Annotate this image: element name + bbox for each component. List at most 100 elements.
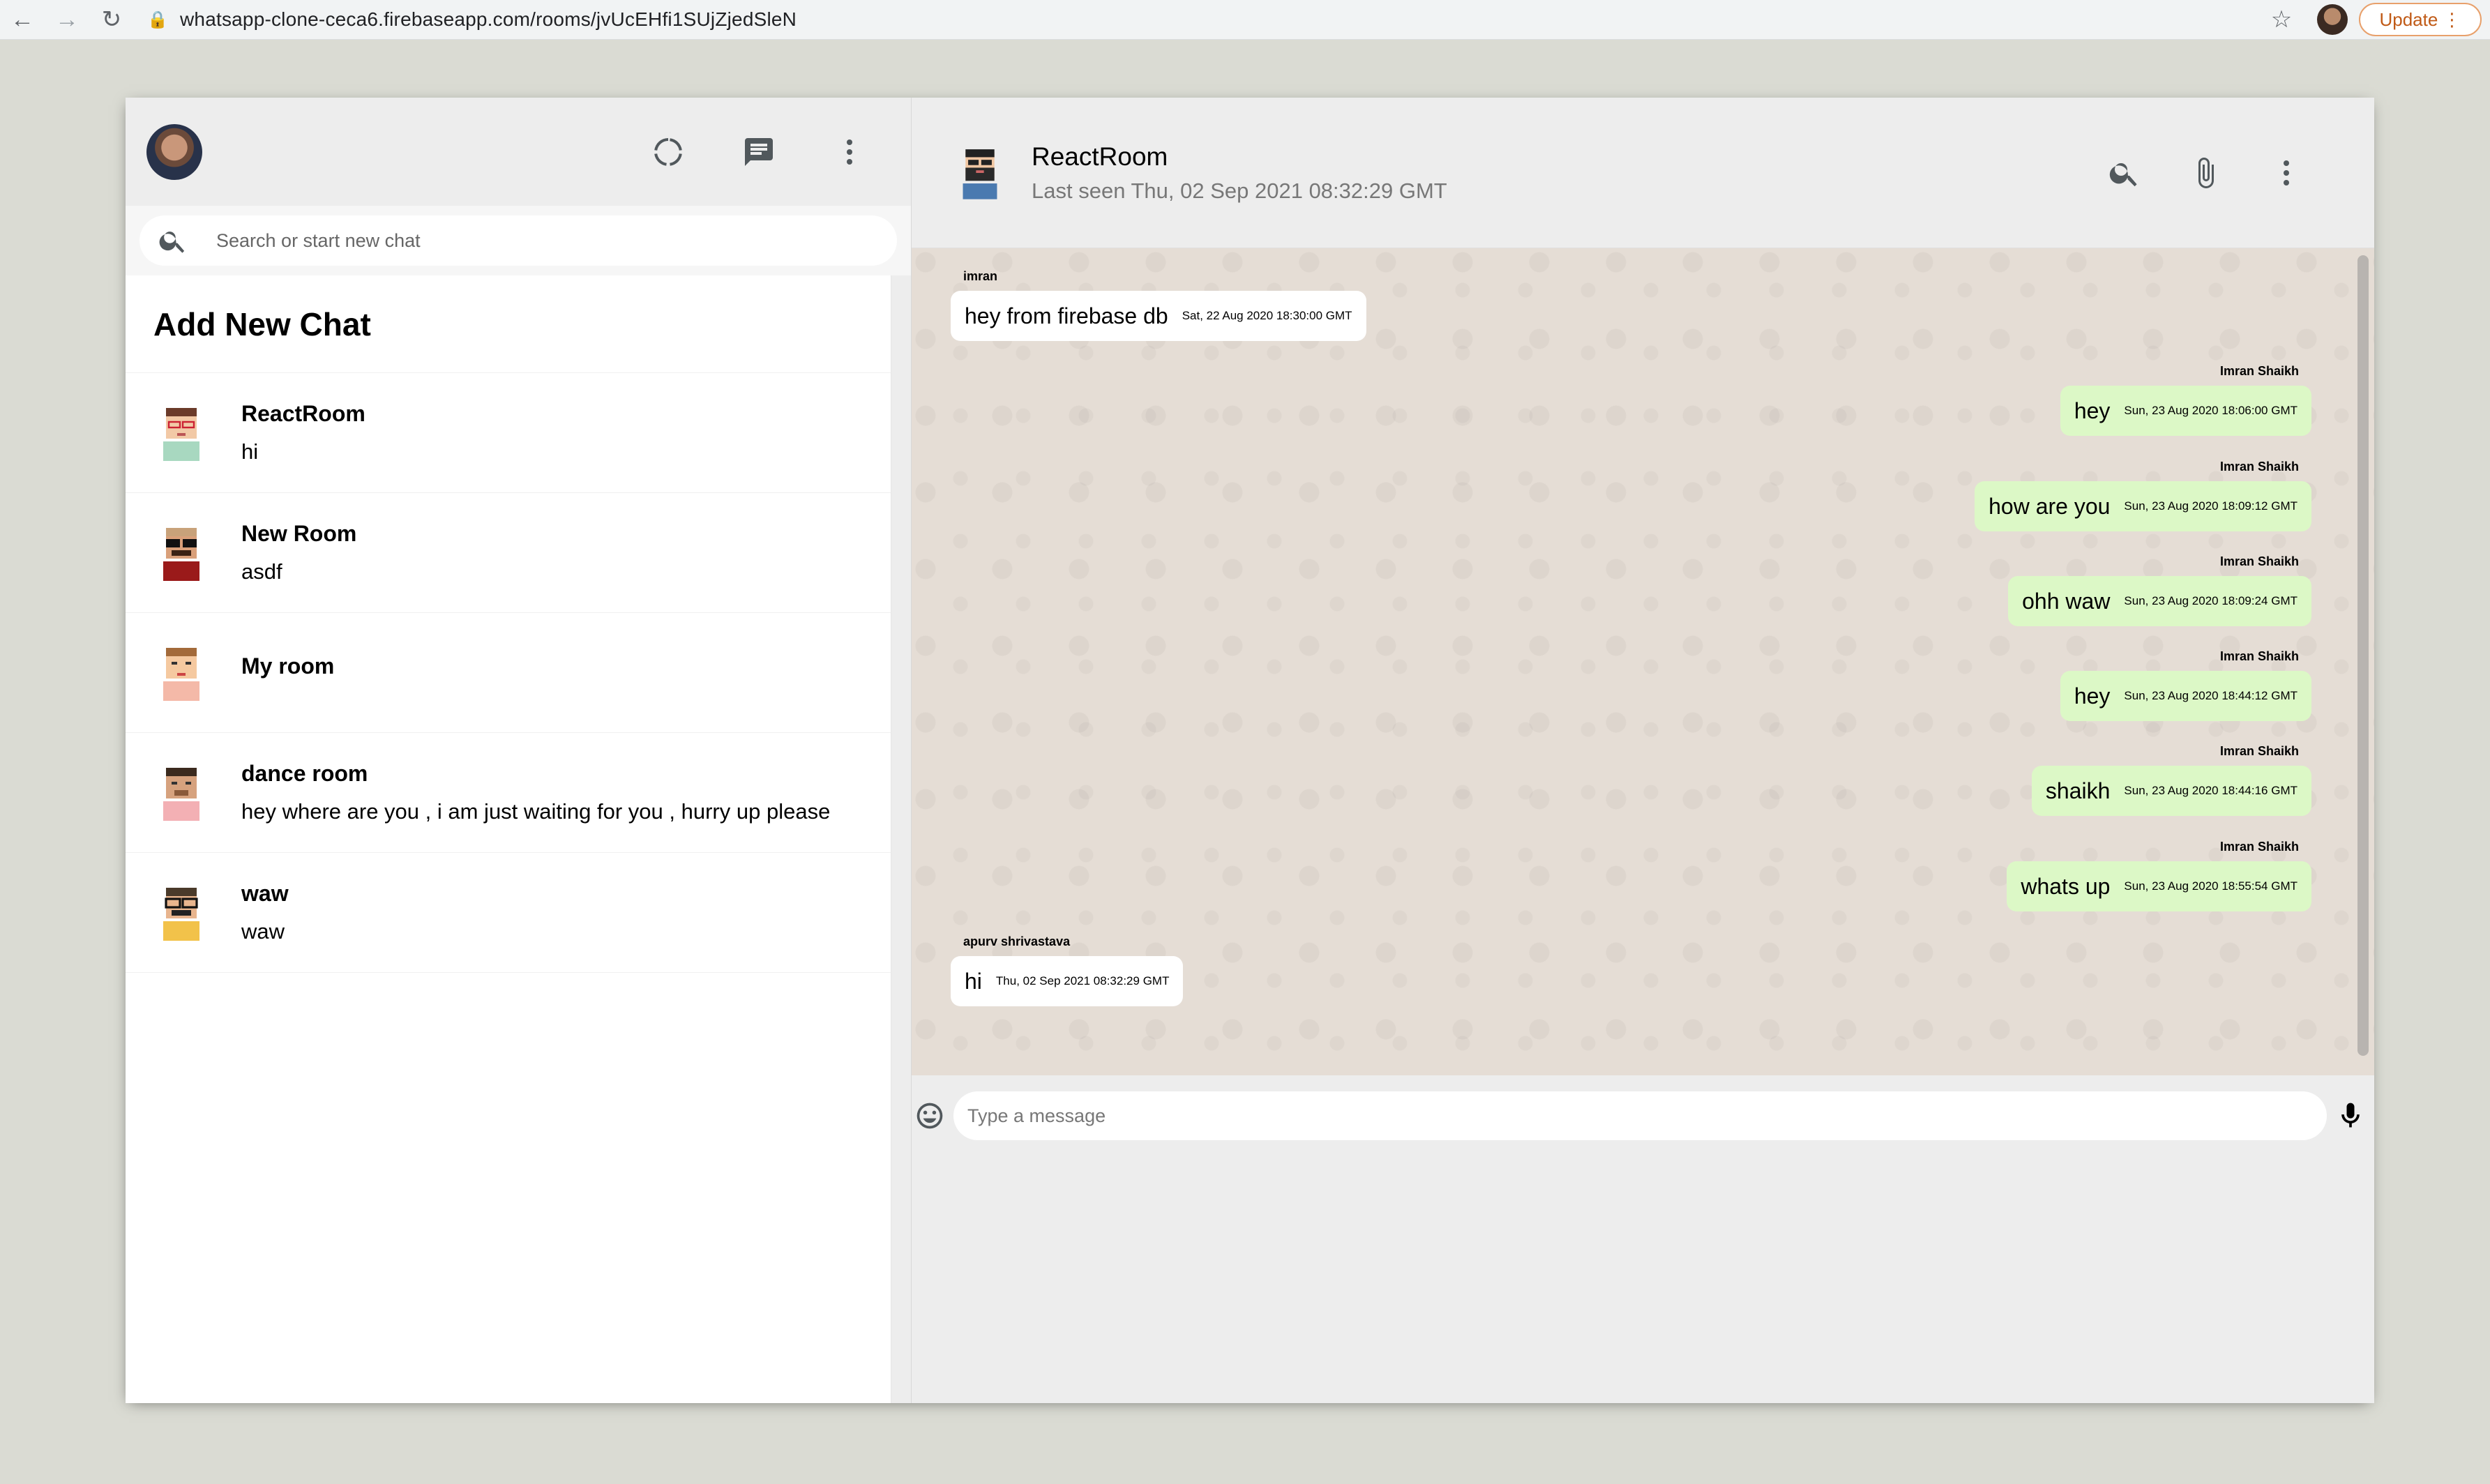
app-window: Add New Chat ReactRoom hi bbox=[126, 98, 2374, 1403]
message-sender: imran bbox=[963, 269, 998, 283]
chat-name: New Room bbox=[241, 521, 357, 546]
message: Imran Shaikh whats up Sun, 23 Aug 2020 1… bbox=[2007, 840, 2311, 911]
message: Imran Shaikh shaikh Sun, 23 Aug 2020 18:… bbox=[2031, 744, 2311, 816]
message-text: ohh waw bbox=[2022, 588, 2111, 614]
message-text: hi bbox=[965, 968, 982, 994]
chat-item-my-room[interactable]: My room bbox=[126, 613, 891, 733]
room-avatar bbox=[163, 767, 199, 821]
chat-last-message: waw bbox=[241, 919, 285, 944]
update-button[interactable]: Update ⋮ bbox=[2359, 3, 2482, 36]
attach-file-icon[interactable] bbox=[2185, 152, 2226, 194]
message: Imran Shaikh hey Sun, 23 Aug 2020 18:06:… bbox=[2060, 364, 2311, 436]
chat-item-waw[interactable]: waw waw bbox=[126, 853, 891, 973]
lock-icon: 🔒 bbox=[147, 10, 168, 29]
message-bubble: ohh waw Sun, 23 Aug 2020 18:09:24 GMT bbox=[2008, 576, 2311, 626]
message-time: Sun, 23 Aug 2020 18:06:00 GMT bbox=[2124, 404, 2297, 417]
chat-footer bbox=[912, 1091, 2374, 1140]
search-box[interactable] bbox=[139, 215, 897, 266]
sidebar: Add New Chat ReactRoom hi bbox=[126, 98, 912, 1403]
browser-profile-avatar[interactable] bbox=[2317, 4, 2348, 35]
status-icon[interactable] bbox=[647, 131, 689, 173]
message-time: Sun, 23 Aug 2020 18:44:16 GMT bbox=[2124, 784, 2297, 797]
message-text: hey from firebase db bbox=[965, 303, 1168, 328]
room-avatar bbox=[163, 527, 199, 581]
chat-item-reactroom[interactable]: ReactRoom hi bbox=[126, 373, 891, 493]
message-bubble: hey Sun, 23 Aug 2020 18:44:12 GMT bbox=[2060, 671, 2311, 721]
emoji-icon[interactable] bbox=[914, 1100, 945, 1131]
message-input[interactable] bbox=[967, 1105, 2313, 1127]
message-bubble: hi Thu, 02 Sep 2021 08:32:29 GMT bbox=[951, 956, 1184, 1006]
chat-name: waw bbox=[241, 881, 289, 906]
message-bubble: how are you Sun, 23 Aug 2020 18:09:12 GM… bbox=[1975, 481, 2311, 531]
message-sender: Imran Shaikh bbox=[2219, 840, 2299, 854]
room-avatar bbox=[163, 647, 199, 701]
search-input[interactable] bbox=[216, 229, 794, 252]
chat-header-icons bbox=[2104, 152, 2307, 194]
message-sender: apurv shrivastava bbox=[963, 934, 1071, 948]
chat-body: imran hey from firebase db Sat, 22 Aug 2… bbox=[912, 248, 2374, 1075]
message-input-box[interactable] bbox=[953, 1091, 2327, 1140]
room-avatar bbox=[163, 887, 199, 941]
message-text: hey bbox=[2074, 397, 2111, 423]
add-new-chat-button[interactable]: Add New Chat bbox=[126, 275, 891, 373]
chat-item-dance-room[interactable]: dance room hey where are you , i am just… bbox=[126, 733, 891, 853]
more-vert-icon[interactable] bbox=[2265, 152, 2307, 194]
message-sender: Imran Shaikh bbox=[2219, 554, 2299, 568]
message-sender: Imran Shaikh bbox=[2219, 649, 2299, 663]
sidebar-header-icons bbox=[647, 131, 870, 173]
search-icon[interactable] bbox=[2104, 152, 2145, 194]
message-sender: Imran Shaikh bbox=[2219, 364, 2299, 378]
message: Imran Shaikh ohh waw Sun, 23 Aug 2020 18… bbox=[2008, 554, 2311, 626]
update-label: Update bbox=[2379, 8, 2438, 30]
address-bar[interactable]: 🔒 whatsapp-clone-ceca6.firebaseapp.com/r… bbox=[144, 3, 2257, 36]
message-bubble: shaikh Sun, 23 Aug 2020 18:44:16 GMT bbox=[2031, 766, 2311, 816]
chat-last-message: hey where are you , i am just waiting fo… bbox=[241, 799, 831, 824]
more-vert-icon[interactable] bbox=[829, 131, 870, 173]
chat-last-message: asdf bbox=[241, 559, 282, 584]
room-title: ReactRoom bbox=[1032, 142, 1168, 171]
chat-header: ReactRoom Last seen Thu, 02 Sep 2021 08:… bbox=[912, 98, 2374, 248]
chat-name: dance room bbox=[241, 761, 368, 786]
browser-toolbar: ← → ↻ 🔒 whatsapp-clone-ceca6.firebaseapp… bbox=[0, 0, 2490, 40]
message-text: shaikh bbox=[2045, 778, 2111, 803]
message-time: Thu, 02 Sep 2021 08:32:29 GMT bbox=[995, 974, 1170, 987]
message-sender: Imran Shaikh bbox=[2219, 460, 2299, 474]
last-seen: Last seen Thu, 02 Sep 2021 08:32:29 GMT bbox=[1032, 178, 1447, 203]
user-avatar[interactable] bbox=[146, 123, 202, 180]
bookmark-star-icon[interactable]: ☆ bbox=[2257, 6, 2306, 33]
message: Imran Shaikh hey Sun, 23 Aug 2020 18:44:… bbox=[2060, 649, 2311, 721]
message-text: hey bbox=[2074, 683, 2111, 709]
forward-arrow-icon[interactable]: → bbox=[45, 0, 89, 40]
back-arrow-icon[interactable]: ← bbox=[0, 0, 45, 40]
chat-list: Add New Chat ReactRoom hi New Room asdf … bbox=[126, 275, 891, 1403]
message: apurv shrivastava hi Thu, 02 Sep 2021 08… bbox=[951, 934, 1184, 1006]
chat-item-new-room[interactable]: New Room asdf bbox=[126, 493, 891, 613]
message-bubble: hey from firebase db Sat, 22 Aug 2020 18… bbox=[951, 291, 1366, 341]
search-icon bbox=[159, 232, 185, 253]
message-bubble: hey Sun, 23 Aug 2020 18:06:00 GMT bbox=[2060, 386, 2311, 436]
message-time: Sun, 23 Aug 2020 18:44:12 GMT bbox=[2124, 689, 2297, 702]
chat-last-message: hi bbox=[241, 439, 259, 464]
message-text: whats up bbox=[2021, 873, 2111, 899]
message-time: Sun, 23 Aug 2020 18:09:12 GMT bbox=[2124, 499, 2297, 513]
chat-name: ReactRoom bbox=[241, 401, 365, 426]
chat-name: My room bbox=[241, 653, 335, 679]
room-avatar[interactable] bbox=[958, 146, 1002, 199]
add-new-chat-label: Add New Chat bbox=[153, 305, 371, 342]
chat-scrollbar[interactable] bbox=[2357, 255, 2369, 1056]
search-container bbox=[126, 206, 911, 275]
mic-icon[interactable] bbox=[2335, 1100, 2366, 1131]
reload-icon[interactable]: ↻ bbox=[89, 0, 134, 40]
message-bubble: whats up Sun, 23 Aug 2020 18:55:54 GMT bbox=[2007, 861, 2311, 911]
message-text: how are you bbox=[1989, 493, 2111, 519]
room-avatar bbox=[163, 407, 199, 461]
new-chat-icon[interactable] bbox=[738, 131, 780, 173]
message-time: Sun, 23 Aug 2020 18:09:24 GMT bbox=[2124, 594, 2297, 607]
chat-panel: ReactRoom Last seen Thu, 02 Sep 2021 08:… bbox=[912, 98, 2374, 1403]
message-time: Sat, 22 Aug 2020 18:30:00 GMT bbox=[1182, 309, 1352, 322]
url-text[interactable]: whatsapp-clone-ceca6.firebaseapp.com/roo… bbox=[180, 8, 797, 31]
message-time: Sun, 23 Aug 2020 18:55:54 GMT bbox=[2124, 879, 2297, 893]
message: Imran Shaikh how are you Sun, 23 Aug 202… bbox=[1975, 460, 2311, 531]
sidebar-header bbox=[126, 98, 911, 206]
message: imran hey from firebase db Sat, 22 Aug 2… bbox=[951, 269, 1366, 341]
